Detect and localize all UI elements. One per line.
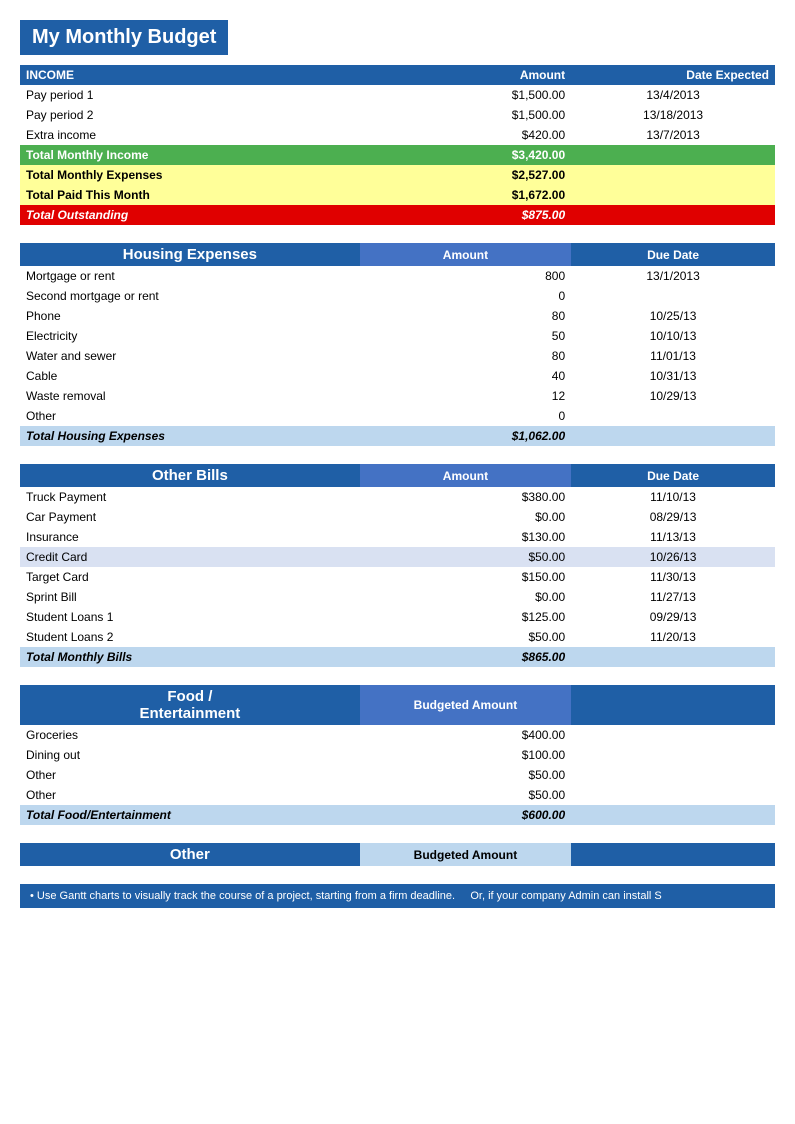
income-label-1: Pay period 1 bbox=[20, 85, 360, 105]
other-bills-table: Other Bills Amount Due Date Truck Paymen… bbox=[20, 464, 775, 667]
ad-bar: • Use Gantt charts to visually track the… bbox=[20, 884, 775, 908]
housing-row-6: Cable 40 10/31/13 bbox=[20, 366, 775, 386]
income-amount-3: $420.00 bbox=[360, 125, 571, 145]
housing-table: Housing Expenses Amount Due Date Mortgag… bbox=[20, 243, 775, 446]
housing-row-3: Phone 80 10/25/13 bbox=[20, 306, 775, 326]
total-monthly-income-label: Total Monthly Income bbox=[20, 145, 360, 165]
income-row-1: Pay period 1 $1,500.00 13/4/2013 bbox=[20, 85, 775, 105]
income-date-2: 13/18/2013 bbox=[571, 105, 775, 125]
total-housing-row: Total Housing Expenses $1,062.00 bbox=[20, 426, 775, 446]
income-label-2: Pay period 2 bbox=[20, 105, 360, 125]
other-bills-row-6: Sprint Bill $0.00 11/27/13 bbox=[20, 587, 775, 607]
food-row-1: Groceries $400.00 bbox=[20, 725, 775, 745]
total-paid-value: $1,672.00 bbox=[360, 185, 571, 205]
other-bills-header-label: Other Bills bbox=[20, 464, 360, 487]
total-food-row: Total Food/Entertainment $600.00 bbox=[20, 805, 775, 825]
income-header-label: INCOME bbox=[20, 65, 360, 85]
total-monthly-income-row: Total Monthly Income $3,420.00 bbox=[20, 145, 775, 165]
other-section-header-amount: Budgeted Amount bbox=[360, 843, 571, 866]
total-bills-value: $865.00 bbox=[360, 647, 571, 667]
total-paid-label: Total Paid This Month bbox=[20, 185, 360, 205]
total-paid-row: Total Paid This Month $1,672.00 bbox=[20, 185, 775, 205]
ad-text-left: • Use Gantt charts to visually track the… bbox=[30, 890, 455, 902]
total-bills-row: Total Monthly Bills $865.00 bbox=[20, 647, 775, 667]
total-monthly-expenses-label: Total Monthly Expenses bbox=[20, 165, 360, 185]
income-header-date: Date Expected bbox=[571, 65, 775, 85]
total-outstanding-label: Total Outstanding bbox=[20, 205, 360, 225]
income-amount-1: $1,500.00 bbox=[360, 85, 571, 105]
other-bills-row-8: Student Loans 2 $50.00 11/20/13 bbox=[20, 627, 775, 647]
total-food-label: Total Food/Entertainment bbox=[20, 805, 360, 825]
other-section-table: Other Budgeted Amount bbox=[20, 843, 775, 866]
page-title: My Monthly Budget bbox=[20, 20, 228, 55]
total-monthly-expenses-row: Total Monthly Expenses $2,527.00 bbox=[20, 165, 775, 185]
housing-row-4: Electricity 50 10/10/13 bbox=[20, 326, 775, 346]
housing-row-5: Water and sewer 80 11/01/13 bbox=[20, 346, 775, 366]
income-header-amount: Amount bbox=[360, 65, 571, 85]
food-header-label: Food / Entertainment bbox=[20, 685, 360, 725]
income-date-3: 13/7/2013 bbox=[571, 125, 775, 145]
income-date-1: 13/4/2013 bbox=[571, 85, 775, 105]
food-row-3: Other $50.00 bbox=[20, 765, 775, 785]
housing-row-7: Waste removal 12 10/29/13 bbox=[20, 386, 775, 406]
food-row-4: Other $50.00 bbox=[20, 785, 775, 805]
other-bills-row-2: Car Payment $0.00 08/29/13 bbox=[20, 507, 775, 527]
income-row-2: Pay period 2 $1,500.00 13/18/2013 bbox=[20, 105, 775, 125]
total-outstanding-value: $875.00 bbox=[360, 205, 571, 225]
food-table: Food / Entertainment Budgeted Amount Gro… bbox=[20, 685, 775, 825]
other-bills-row-4: Credit Card $50.00 10/26/13 bbox=[20, 547, 775, 567]
other-bills-header-amount: Amount bbox=[360, 464, 571, 487]
income-label-3: Extra income bbox=[20, 125, 360, 145]
income-amount-2: $1,500.00 bbox=[360, 105, 571, 125]
other-bills-row-5: Target Card $150.00 11/30/13 bbox=[20, 567, 775, 587]
other-section-header-label: Other bbox=[20, 843, 360, 866]
total-outstanding-row: Total Outstanding $875.00 bbox=[20, 205, 775, 225]
income-table: INCOME Amount Date Expected Pay period 1… bbox=[20, 65, 775, 225]
total-food-value: $600.00 bbox=[360, 805, 571, 825]
housing-row-1: Mortgage or rent 800 13/1/2013 bbox=[20, 266, 775, 286]
total-housing-value: $1,062.00 bbox=[360, 426, 571, 446]
housing-header-amount: Amount bbox=[360, 243, 571, 266]
food-header-amount: Budgeted Amount bbox=[360, 685, 571, 725]
housing-row-8: Other 0 bbox=[20, 406, 775, 426]
total-monthly-expenses-value: $2,527.00 bbox=[360, 165, 571, 185]
food-row-2: Dining out $100.00 bbox=[20, 745, 775, 765]
housing-header-label: Housing Expenses bbox=[20, 243, 360, 266]
other-bills-row-7: Student Loans 1 $125.00 09/29/13 bbox=[20, 607, 775, 627]
total-monthly-income-value: $3,420.00 bbox=[360, 145, 571, 165]
other-bills-header-due: Due Date bbox=[571, 464, 775, 487]
housing-row-2: Second mortgage or rent 0 bbox=[20, 286, 775, 306]
total-bills-label: Total Monthly Bills bbox=[20, 647, 360, 667]
income-row-3: Extra income $420.00 13/7/2013 bbox=[20, 125, 775, 145]
other-bills-row-3: Insurance $130.00 11/13/13 bbox=[20, 527, 775, 547]
other-bills-row-1: Truck Payment $380.00 11/10/13 bbox=[20, 487, 775, 507]
ad-text-right: Or, if your company Admin can install S bbox=[470, 890, 661, 902]
housing-header-due: Due Date bbox=[571, 243, 775, 266]
total-housing-label: Total Housing Expenses bbox=[20, 426, 360, 446]
